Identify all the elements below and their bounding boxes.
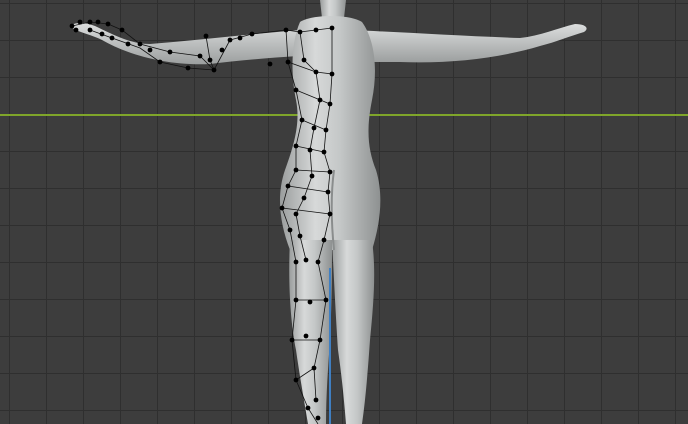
right-leg[interactable]: [332, 240, 375, 424]
3d-viewport[interactable]: [0, 0, 688, 424]
z-axis-line: [329, 268, 331, 424]
neck: [320, 0, 346, 18]
left-arm[interactable]: [70, 23, 300, 65]
right-arm[interactable]: [350, 24, 587, 63]
mesh-scene[interactable]: [0, 0, 688, 424]
